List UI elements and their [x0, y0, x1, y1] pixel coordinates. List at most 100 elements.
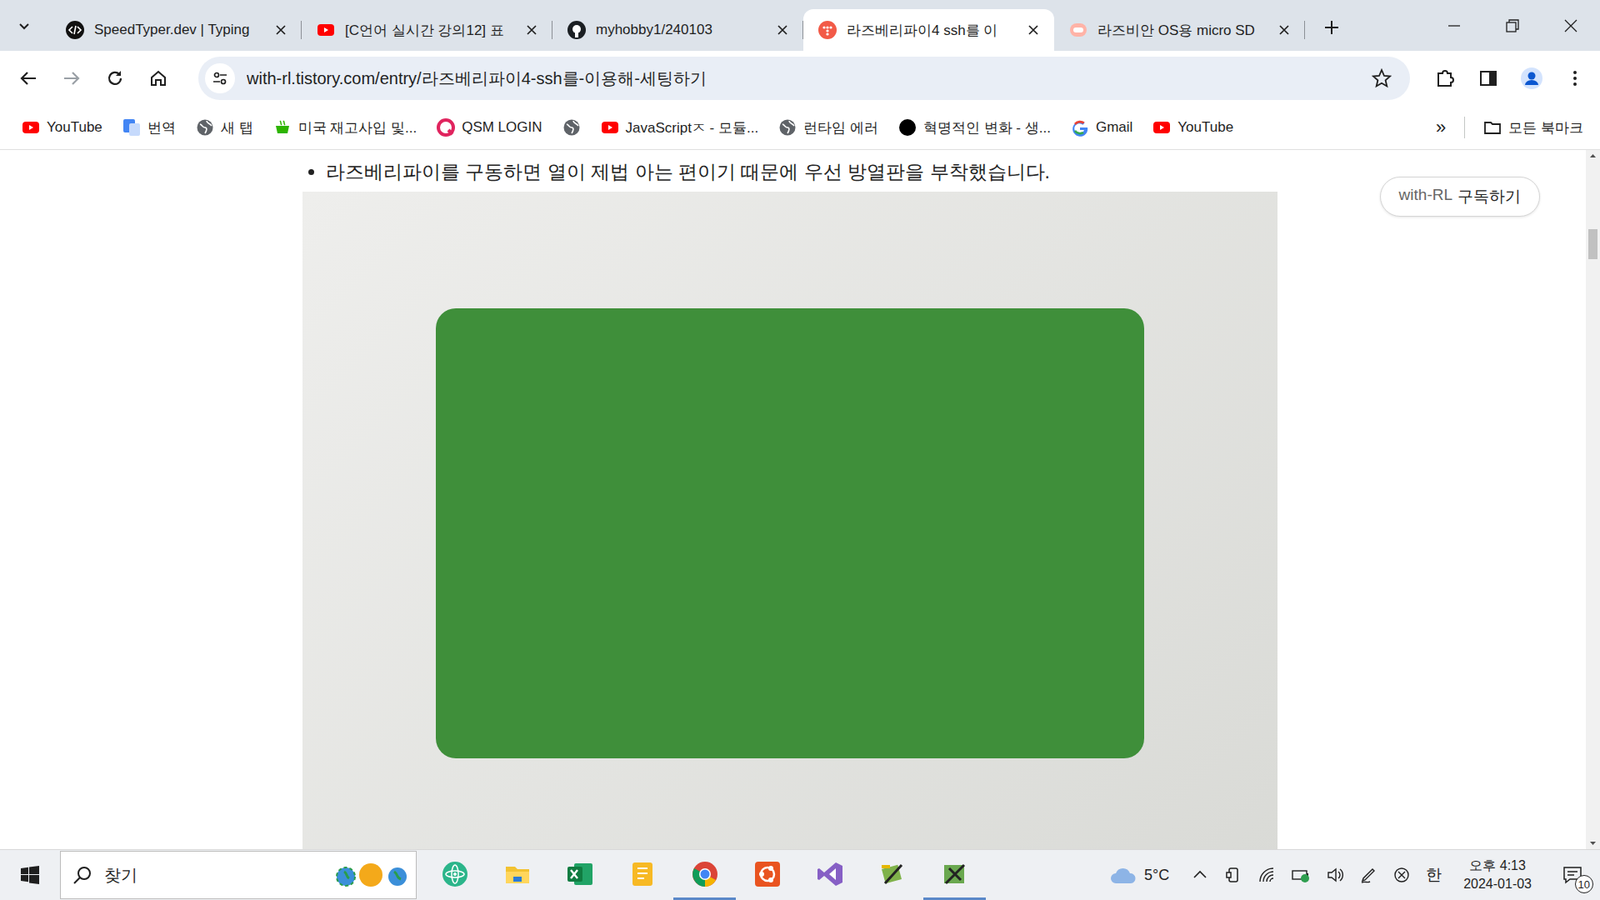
speaker-icon[interactable] — [1325, 865, 1345, 885]
address-bar[interactable]: with-rl.tistory.com/entry/라즈베리파이4-ssh를-이… — [198, 56, 1410, 100]
bookmark[interactable]: QSM LOGIN — [428, 113, 550, 142]
more-bookmarks-button[interactable]: » — [1427, 111, 1455, 144]
tab[interactable]: 라즈베리파이4 ssh를 이 — [803, 9, 1055, 51]
new-tab-button[interactable] — [1313, 9, 1350, 46]
github-icon — [567, 20, 586, 40]
bookmark[interactable]: YouTube — [13, 113, 111, 142]
taskbar-app[interactable] — [423, 850, 486, 900]
start-button[interactable] — [0, 850, 60, 900]
back-arrow-icon — [19, 69, 38, 88]
pen-icon[interactable] — [1359, 865, 1378, 885]
site-info-button[interactable] — [205, 63, 235, 94]
bookmark-label: QSM LOGIN — [461, 119, 542, 136]
notifications-button[interactable]: 10 — [1553, 855, 1594, 895]
url-text: with-rl.tistory.com/entry/라즈베리파이4-ssh를-이… — [246, 67, 1360, 90]
taskbar-app[interactable] — [610, 850, 674, 900]
forward-button[interactable] — [51, 58, 92, 99]
subscribe-label: 구독하기 — [1457, 185, 1521, 208]
minimize-button[interactable] — [1425, 0, 1484, 51]
bookmark[interactable]: YouTube — [1144, 113, 1242, 142]
translate-icon — [122, 118, 141, 137]
bookmark[interactable]: JavaScriptㅈ - 모듈... — [592, 113, 768, 143]
bookmark[interactable]: Gmail — [1062, 113, 1141, 142]
taskbar-app[interactable] — [485, 850, 549, 900]
bookmark[interactable]: 런타임 에러 — [770, 113, 887, 143]
blog-icon — [1069, 20, 1088, 40]
side-panel-button[interactable] — [1468, 58, 1509, 99]
bookmark-label: 번역 — [147, 118, 176, 138]
tab-title: myhobby1/240103 — [595, 21, 767, 39]
menu-button[interactable] — [1555, 58, 1595, 99]
weather[interactable]: 5°C — [1109, 865, 1170, 885]
tool-app-icon — [940, 860, 970, 889]
close-icon[interactable] — [275, 24, 287, 36]
bookmark-label: JavaScriptㅈ - 모듈... — [625, 118, 760, 138]
bookmark-label: 런타임 에러 — [803, 118, 879, 138]
close-window-button[interactable] — [1541, 0, 1600, 51]
file-explorer-icon — [503, 860, 532, 889]
taskbar-app[interactable] — [923, 850, 986, 900]
wifi-icon[interactable] — [1257, 865, 1276, 885]
atom-app-icon — [440, 860, 470, 889]
bookmark[interactable]: 새 탭 — [187, 113, 262, 143]
raspberry-pi-photo — [302, 191, 1278, 850]
search-icon — [72, 865, 93, 885]
bookmark[interactable]: 번역 — [114, 113, 185, 143]
toolbar: with-rl.tistory.com/entry/라즈베리파이4-ssh를-이… — [0, 50, 1600, 106]
weather-temp: 5°C — [1144, 866, 1170, 885]
close-icon[interactable] — [1278, 24, 1290, 36]
taskbar-app[interactable] — [798, 850, 861, 900]
scroll-up-icon[interactable] — [1585, 150, 1600, 162]
close-icon[interactable] — [525, 24, 538, 36]
tab-title: 라즈베리파이4 ssh를 이 — [846, 20, 1018, 40]
extensions-button[interactable] — [1425, 58, 1465, 99]
bookmark-label: 미국 재고사입 및... — [298, 118, 418, 138]
bookmark-label: 새 탭 — [220, 118, 254, 138]
youtube-icon — [1152, 118, 1171, 137]
bookmark[interactable]: 혁명적인 변화 - 생... — [890, 113, 1060, 143]
taskbar-app[interactable] — [860, 850, 924, 900]
cafe-icon — [273, 118, 292, 137]
blocked-icon[interactable] — [1392, 865, 1411, 885]
chevron-up-icon[interactable] — [1190, 865, 1210, 885]
home-button[interactable] — [138, 58, 179, 99]
taskbar-app[interactable] — [735, 850, 799, 900]
tab[interactable]: SpeedTyper.dev | Typing — [50, 9, 302, 51]
bookmark[interactable] — [554, 113, 590, 142]
tab[interactable]: 라즈비안 OS용 micro SD — [1054, 9, 1305, 51]
close-icon[interactable] — [776, 24, 789, 36]
visual-studio-icon — [815, 860, 845, 889]
phone-link-icon[interactable] — [1224, 865, 1243, 885]
chrome-icon — [690, 860, 720, 889]
bookmarks-divider — [1464, 116, 1465, 139]
subscribe-button[interactable]: with-RL 구독하기 — [1380, 176, 1540, 217]
tool-app-icon — [878, 860, 907, 889]
scroll-track — [1585, 161, 1600, 838]
profile-button[interactable] — [1511, 58, 1552, 99]
close-icon[interactable] — [1027, 24, 1040, 36]
cloud-icon — [1109, 865, 1138, 885]
taskbar-search[interactable]: 찾기 — [60, 850, 417, 900]
restore-button[interactable] — [1483, 0, 1542, 51]
star-icon[interactable] — [1371, 68, 1392, 89]
input-method[interactable]: 한 — [1425, 864, 1442, 886]
reload-icon — [105, 69, 125, 88]
taskbar-app[interactable] — [673, 850, 736, 900]
all-bookmarks-button[interactable]: 모든 북마크 — [1475, 113, 1592, 143]
back-button[interactable] — [8, 58, 49, 99]
scroll-down-icon[interactable] — [1585, 837, 1600, 850]
scroll-thumb[interactable] — [1588, 229, 1598, 260]
reload-button[interactable] — [95, 58, 135, 99]
taskbar-app[interactable] — [548, 850, 611, 900]
tab[interactable]: [C언어 실시간 강의12] 표 — [301, 9, 553, 51]
bookmark[interactable]: 미국 재고사입 및... — [265, 113, 426, 143]
notification-count: 10 — [1575, 875, 1594, 894]
tab-search-button[interactable] — [4, 7, 45, 45]
tab[interactable]: myhobby1/240103 — [552, 9, 804, 51]
tune-icon — [211, 70, 229, 87]
restore-icon — [1505, 19, 1520, 33]
clock[interactable]: 오후 4:13 2024-01-03 — [1463, 856, 1532, 893]
system-tray: 한 오후 4:13 2024-01-03 10 — [1190, 855, 1600, 895]
battery-icon[interactable] — [1290, 865, 1311, 885]
scrollbar[interactable] — [1585, 150, 1600, 850]
